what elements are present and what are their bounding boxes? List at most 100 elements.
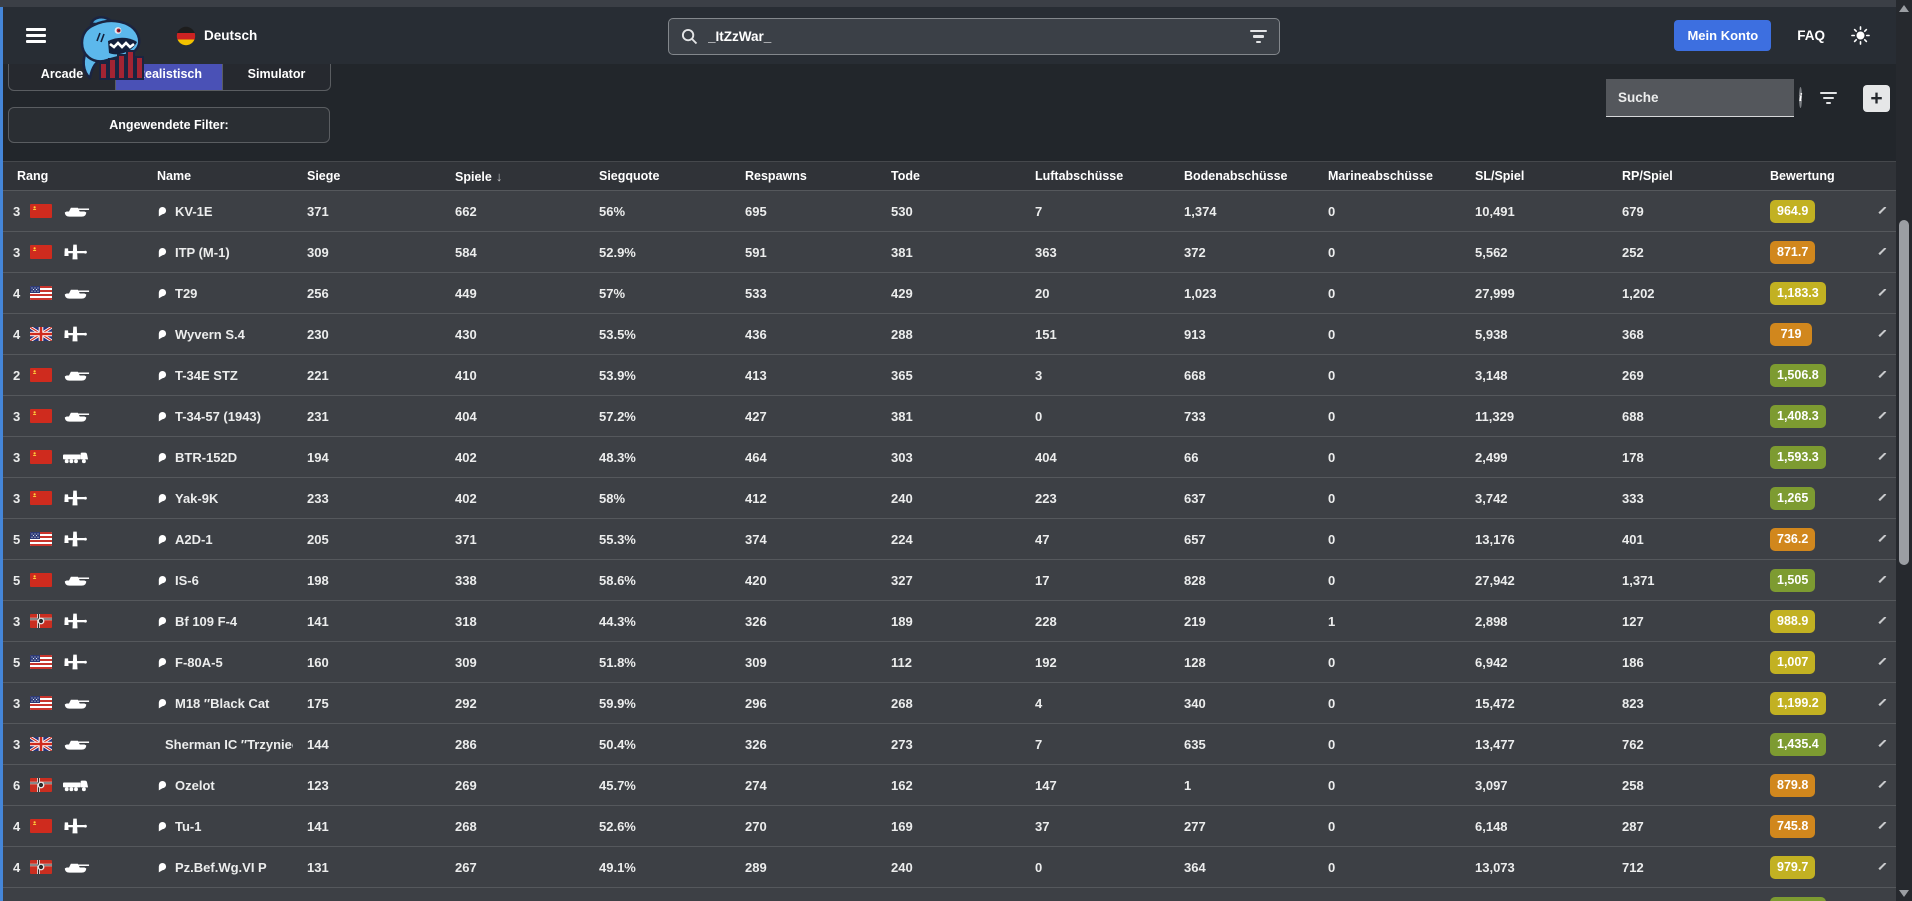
column-header-luft[interactable]: Luftabschüsse (1021, 169, 1170, 183)
vehicle-name-cell[interactable]: Pz.Bef.Wg.VI P (143, 860, 293, 875)
vehicle-name-cell[interactable]: T-34-57 (1943) (143, 409, 293, 424)
table-search-input[interactable] (1618, 90, 1799, 105)
table-row[interactable]: 4Pz.Bef.Wg.VI P13126749.1%2892400364013,… (3, 846, 1896, 887)
column-header-sl[interactable]: SL/Spiel (1461, 169, 1608, 183)
player-search-input[interactable] (708, 29, 1250, 44)
cell-luft: 47 (1021, 532, 1170, 547)
sort-arrow-down-icon: ↓ (496, 169, 503, 184)
theme-toggle-sun-icon[interactable] (1851, 26, 1870, 45)
table-row[interactable]: 38.8 cm Flak 37 Sfl.10725850.8%264246840… (3, 887, 1896, 901)
column-header-siegquote[interactable]: Siegquote (585, 169, 731, 183)
chevron-down-icon[interactable] (1879, 781, 1887, 788)
chevron-down-icon[interactable] (1879, 453, 1887, 460)
table-row[interactable]: 3Yak-9K23340258%41224022363703,7423331,2… (3, 477, 1896, 518)
info-icon[interactable]: i (1799, 87, 1802, 108)
column-header-bewertung[interactable]: Bewertung (1756, 169, 1868, 183)
vehicle-name-cell[interactable]: Bf 109 F-4 (143, 614, 293, 629)
cell-marine: 0 (1314, 532, 1461, 547)
cell-rp: 762 (1608, 737, 1756, 752)
column-header-respawns[interactable]: Respawns (731, 169, 877, 183)
chevron-down-icon[interactable] (1879, 740, 1887, 747)
chevron-down-icon[interactable] (1879, 658, 1887, 665)
cell-sl: 11,329 (1461, 409, 1608, 424)
language-selector[interactable]: Deutsch (176, 26, 257, 46)
scrollbar-thumb[interactable] (1899, 220, 1909, 565)
cell-siege: 194 (293, 450, 441, 465)
vehicle-name-cell[interactable]: ITP (M-1) (143, 245, 293, 260)
scroll-down-arrow[interactable] (1899, 890, 1909, 897)
scroll-up-arrow[interactable] (1899, 5, 1909, 12)
vehicle-name-cell[interactable]: M18 ″Black Cat (143, 696, 293, 711)
chevron-down-icon[interactable] (1879, 371, 1887, 378)
column-header-marine[interactable]: Marineabschüsse (1314, 169, 1461, 183)
vehicle-name-cell[interactable]: Yak-9K (143, 491, 293, 506)
chevron-down-icon[interactable] (1879, 412, 1887, 419)
chevron-down-icon[interactable] (1879, 330, 1887, 337)
menu-icon[interactable] (26, 25, 48, 46)
vehicle-name-cell[interactable]: IS-6 (143, 573, 293, 588)
cell-spiele: 292 (441, 696, 585, 711)
chevron-down-icon[interactable] (1879, 535, 1887, 542)
vehicle-name-cell[interactable]: A2D-1 (143, 532, 293, 547)
table-row[interactable]: 3ITP (M-1)30958452.9%59138136337205,5622… (3, 231, 1896, 272)
chevron-down-icon[interactable] (1879, 248, 1887, 255)
chevron-down-icon[interactable] (1879, 576, 1887, 583)
cell-sl: 5,562 (1461, 245, 1608, 260)
table-row[interactable]: 5F-80A-516030951.8%30911219212806,942186… (3, 641, 1896, 682)
chevron-down-icon[interactable] (1879, 863, 1887, 870)
column-header-rp[interactable]: RP/Spiel (1608, 169, 1756, 183)
table-row[interactable]: 2T-34E STZ22141053.9%413365366803,148269… (3, 354, 1896, 395)
column-header-name[interactable]: Name (143, 169, 293, 183)
cell-boden: 635 (1170, 737, 1314, 752)
table-filter-icon[interactable] (1820, 92, 1837, 105)
cell-rp: 368 (1608, 327, 1756, 342)
chevron-down-icon[interactable] (1879, 494, 1887, 501)
cell-tode: 273 (877, 737, 1021, 752)
table-row[interactable]: 4T2925644957%533429201,023027,9991,2021,… (3, 272, 1896, 313)
faq-link[interactable]: FAQ (1797, 28, 1825, 43)
table-row[interactable]: 3Bf 109 F-414131844.3%32618922821912,898… (3, 600, 1896, 641)
vehicle-name-cell[interactable]: BTR-152D (143, 450, 293, 465)
vehicle-name-cell[interactable]: T-34E STZ (143, 368, 293, 383)
app-header: Deutsch Mein Konto FAQ (0, 7, 1896, 64)
vehicle-name-cell[interactable]: KV-1E (143, 204, 293, 219)
vehicle-name-cell[interactable]: T29 (143, 286, 293, 301)
table-row[interactable]: 3BTR-152D19440248.3%4643034046602,499178… (3, 436, 1896, 477)
table-row[interactable]: 3T-34-57 (1943)23140457.2%4273810733011,… (3, 395, 1896, 436)
column-header-rang[interactable]: Rang (3, 169, 143, 183)
chevron-down-icon[interactable] (1879, 699, 1887, 706)
chevron-down-icon[interactable] (1879, 617, 1887, 624)
table-row[interactable]: 4Wyvern S.423043053.5%43628815191305,938… (3, 313, 1896, 354)
vehicle-badge-icon (157, 329, 167, 340)
table-row[interactable]: 6Ozelot12326945.7%274162147103,097258879… (3, 764, 1896, 805)
vertical-scrollbar[interactable] (1896, 0, 1912, 901)
cell-rp: 127 (1608, 614, 1756, 629)
column-header-boden[interactable]: Bodenabschüsse (1170, 169, 1314, 183)
table-row[interactable]: 3Sherman IC ″Trzyniec14428650.4%32627376… (3, 723, 1896, 764)
table-row[interactable]: 4Tu-114126852.6%2701693727706,148287745.… (3, 805, 1896, 846)
column-header-siege[interactable]: Siege (293, 169, 441, 183)
cell-boden: 733 (1170, 409, 1314, 424)
cell-rp: 401 (1608, 532, 1756, 547)
vehicle-name-cell[interactable]: F-80A-5 (143, 655, 293, 670)
vehicle-name-cell[interactable]: Ozelot (143, 778, 293, 793)
shark-chart-logo[interactable] (74, 15, 158, 81)
column-header-tode[interactable]: Tode (877, 169, 1021, 183)
add-column-icon[interactable]: + (1863, 85, 1890, 112)
search-filter-icon[interactable] (1250, 30, 1267, 43)
cell-tode: 327 (877, 573, 1021, 588)
column-header-spiele[interactable]: Spiele↓ (441, 169, 585, 184)
cell-siege: 233 (293, 491, 441, 506)
vehicle-name-cell[interactable]: Wyvern S.4 (143, 327, 293, 342)
table-row[interactable]: 5IS-619833858.6%42032717828027,9421,3711… (3, 559, 1896, 600)
vehicle-name-cell[interactable]: Sherman IC ″Trzyniec (143, 737, 293, 752)
table-row[interactable]: 3KV-1E37166256%69553071,374010,491679964… (3, 190, 1896, 231)
chevron-down-icon[interactable] (1879, 207, 1887, 214)
vehicle-name-cell[interactable]: Tu-1 (143, 819, 293, 834)
table-row[interactable]: 3M18 ″Black Cat17529259.9%2962684340015,… (3, 682, 1896, 723)
chevron-down-icon[interactable] (1879, 822, 1887, 829)
account-button[interactable]: Mein Konto (1674, 20, 1771, 51)
chevron-down-icon[interactable] (1879, 289, 1887, 296)
table-row[interactable]: 5A2D-120537155.3%37422447657013,17640173… (3, 518, 1896, 559)
cell-boden: 372 (1170, 245, 1314, 260)
